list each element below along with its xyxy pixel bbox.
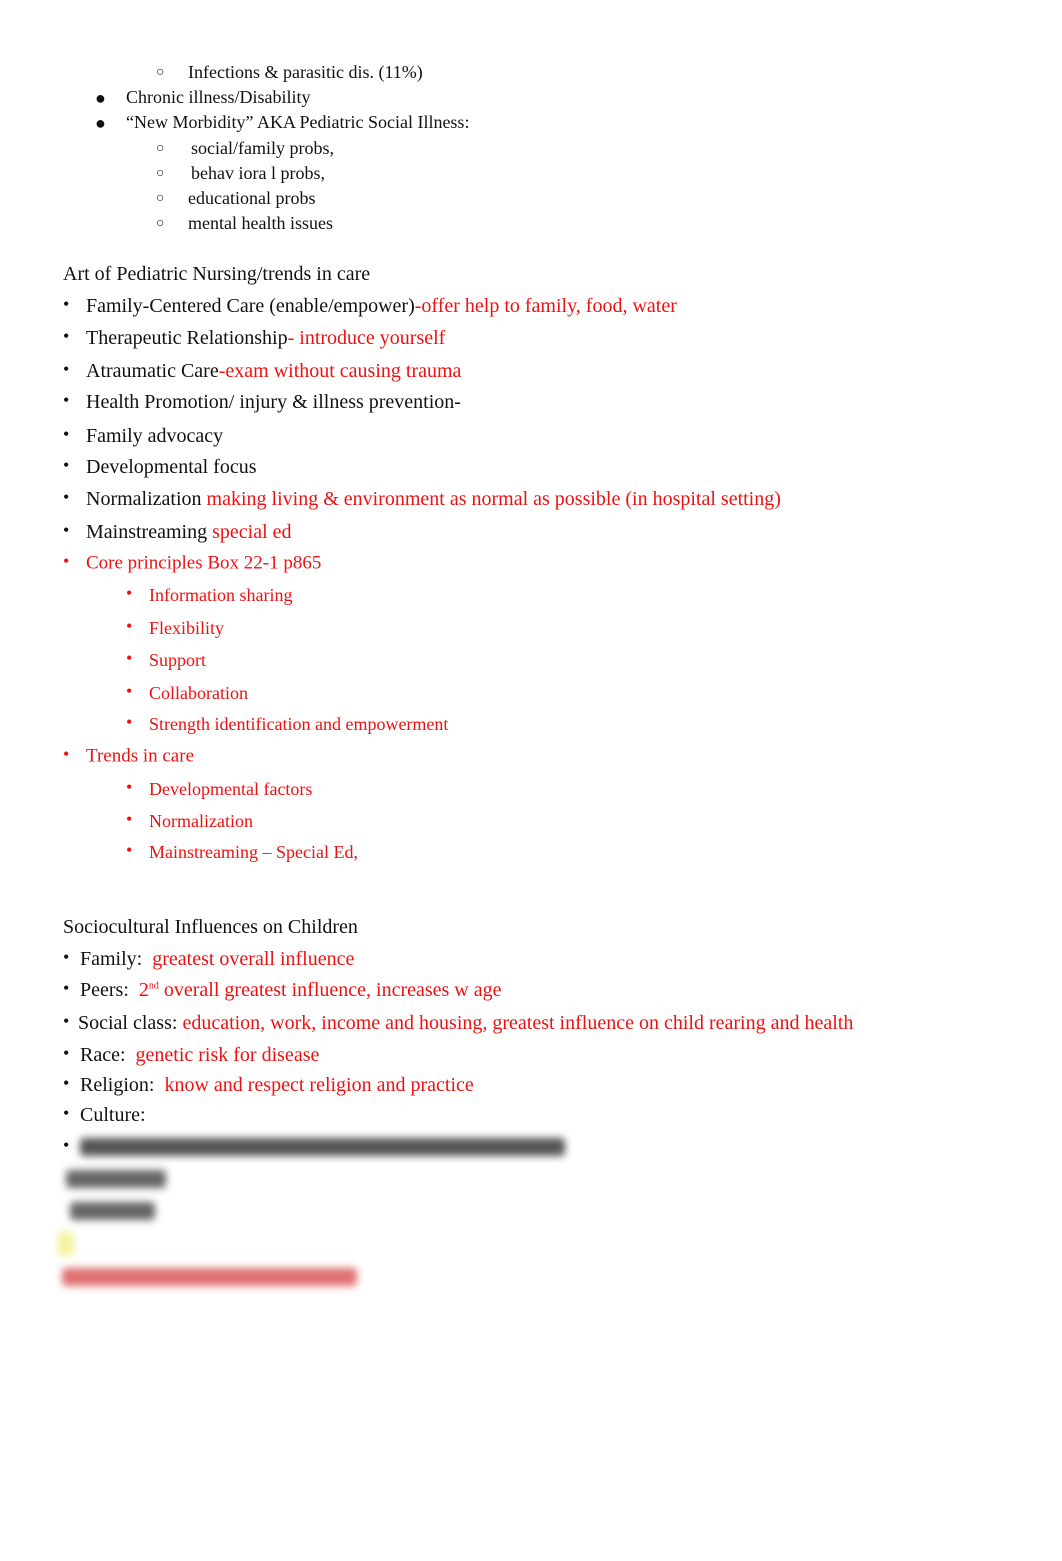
bullet-icon: • xyxy=(63,1135,70,1155)
bullet-icon: • xyxy=(63,1011,70,1031)
list-item: Chronic illness/Disability xyxy=(126,87,311,107)
section-heading: Art of Pediatric Nursing/trends in care xyxy=(63,263,371,285)
list-item: Peers: 2nd overall greatest influence, i… xyxy=(80,980,502,1000)
item-note: -offer help to family, food, water xyxy=(414,295,677,317)
bullet-icon: • xyxy=(63,520,70,540)
list-item: Trends in care xyxy=(86,745,194,767)
bullet-icon: • xyxy=(63,978,70,998)
bullet-icon: • xyxy=(126,809,133,829)
bullet-icon: • xyxy=(63,744,70,764)
item-label: Peers: xyxy=(80,979,129,1001)
item-label: Race: xyxy=(80,1044,126,1066)
obscured-text xyxy=(80,1138,565,1156)
list-item: Information sharing xyxy=(149,585,293,605)
bullet-icon: • xyxy=(63,487,70,507)
item-label: Normalization xyxy=(86,488,207,510)
list-item: educational probs xyxy=(188,188,316,208)
obscured-text xyxy=(70,1202,155,1220)
list-item: Therapeutic Relationship- introduce your… xyxy=(86,328,445,348)
bullet-icon: • xyxy=(63,359,70,379)
list-item: mental health issues xyxy=(188,213,333,233)
ordinal-suffix: nd xyxy=(148,980,159,992)
item-note: 2nd overall greatest influence, increase… xyxy=(139,979,502,1001)
list-item: Core principles Box 22-1 p865 xyxy=(86,552,322,574)
list-item: Social class: education, work, income an… xyxy=(78,1013,853,1033)
list-item: Family: greatest overall influence xyxy=(80,949,354,969)
list-item: Developmental factors xyxy=(149,779,313,799)
item-label: Family advocacy xyxy=(86,425,224,447)
item-label: Social class: xyxy=(78,1012,178,1034)
list-item: Normalization making living & environmen… xyxy=(86,489,781,509)
item-label: Religion: xyxy=(80,1074,155,1096)
list-item: Race: genetic risk for disease xyxy=(80,1045,319,1065)
bullet-icon: • xyxy=(63,1043,70,1063)
bullet-icon: • xyxy=(63,1073,70,1093)
bullet-icon: • xyxy=(126,616,133,636)
obscured-text xyxy=(62,1268,357,1286)
item-note: know and respect religion and practice xyxy=(164,1074,474,1096)
list-item: Family advocacy xyxy=(86,426,223,446)
list-item: Culture: xyxy=(80,1104,146,1126)
list-item: Collaboration xyxy=(149,683,248,703)
list-item: Mainstreaming – Special Ed, xyxy=(149,842,358,862)
bullet-icon: • xyxy=(63,294,70,314)
bullet-icon: • xyxy=(126,648,133,668)
item-note: -exam without causing trauma xyxy=(218,360,462,382)
list-item: Normalization xyxy=(149,811,253,831)
list-item: Family-Centered Care (enable/empower)-of… xyxy=(86,296,677,316)
bullet-icon: • xyxy=(126,777,133,797)
item-note: genetic risk for disease xyxy=(135,1044,320,1066)
bullet-icon: ● xyxy=(95,113,106,133)
item-label: Atraumatic Care xyxy=(86,360,219,382)
list-item: Atraumatic Care-exam without causing tra… xyxy=(86,361,461,381)
list-item: Developmental focus xyxy=(86,457,257,477)
bullet-icon: • xyxy=(63,424,70,444)
item-label: Family-Centered Care (enable/empower) xyxy=(86,295,415,317)
ordinal: 2 xyxy=(138,979,149,1001)
list-item: “New Morbidity” AKA Pediatric Social Ill… xyxy=(126,112,470,132)
list-item: Mainstreaming special ed xyxy=(86,522,292,542)
bullet-icon: • xyxy=(126,840,133,860)
bullet-icon: • xyxy=(126,712,133,732)
list-item: Strength identification and empowerment xyxy=(149,714,449,734)
item-note: greatest overall influence xyxy=(152,948,355,970)
bullet-icon: • xyxy=(63,455,70,475)
list-item: Flexibility xyxy=(149,618,225,638)
circle-bullet-icon: ○ xyxy=(156,191,165,206)
note-text: overall greatest influence, increases w … xyxy=(158,979,502,1001)
bullet-icon: • xyxy=(63,551,70,571)
item-note: making living & environment as normal as… xyxy=(206,488,781,510)
bullet-icon: • xyxy=(63,390,70,410)
section-heading: Sociocultural Influences on Children xyxy=(63,916,358,938)
item-label: Family: xyxy=(80,948,143,970)
list-item: Religion: know and respect religion and … xyxy=(80,1075,474,1095)
item-label: Health Promotion/ injury & illness preve… xyxy=(86,391,461,413)
bullet-icon: • xyxy=(63,1103,70,1123)
list-item: behav iora l probs, xyxy=(191,163,325,183)
item-note: - introduce yourself xyxy=(287,327,446,349)
circle-bullet-icon: ○ xyxy=(156,65,165,80)
item-label: Mainstreaming xyxy=(86,521,213,543)
circle-bullet-icon: ○ xyxy=(156,141,165,156)
bullet-icon: ● xyxy=(95,88,106,108)
item-note: special ed xyxy=(212,521,292,543)
circle-bullet-icon: ○ xyxy=(156,216,165,231)
obscured-text xyxy=(66,1170,166,1188)
bullet-icon: • xyxy=(63,947,70,967)
circle-bullet-icon: ○ xyxy=(156,166,165,181)
item-note: education, work, income and housing, gre… xyxy=(182,1012,854,1034)
bullet-icon: • xyxy=(126,681,133,701)
list-item: Health Promotion/ injury & illness preve… xyxy=(86,392,461,412)
bullet-icon: • xyxy=(63,326,70,346)
list-item: Infections & parasitic dis. (11%) xyxy=(188,62,423,82)
obscured-highlight xyxy=(58,1232,74,1256)
list-item: social/family probs, xyxy=(191,138,334,158)
item-label: Developmental focus xyxy=(86,456,257,478)
item-label: Therapeutic Relationship xyxy=(86,327,288,349)
list-item: Support xyxy=(149,650,207,670)
bullet-icon: • xyxy=(126,583,133,603)
